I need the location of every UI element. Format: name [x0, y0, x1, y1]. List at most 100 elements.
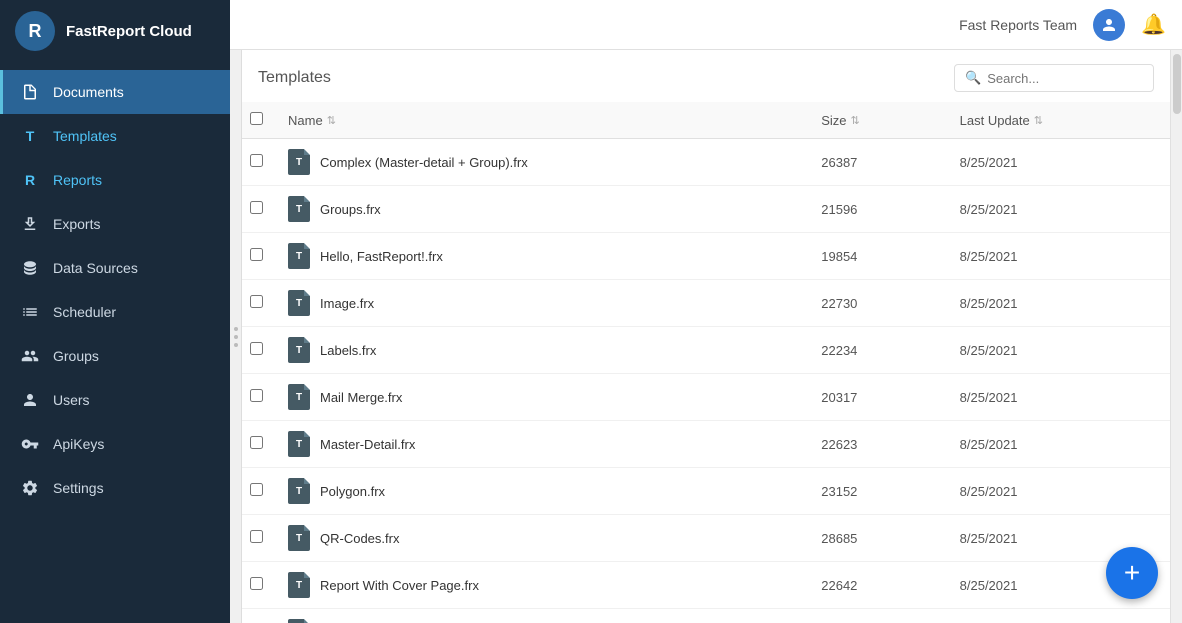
table-row[interactable]: T Groups.frx 21596 8/25/2021: [242, 186, 1170, 233]
app-logo: R: [14, 10, 56, 52]
file-name-6[interactable]: Master-Detail.frx: [320, 437, 415, 452]
file-icon-10: T: [288, 619, 310, 623]
table-row[interactable]: T Image.frx 22730 8/25/2021: [242, 280, 1170, 327]
row-checkbox-cell[interactable]: [242, 515, 272, 562]
sidebar-header: R FastReport Cloud: [0, 0, 230, 62]
documents-icon: [19, 81, 41, 103]
apikeys-icon: [19, 433, 41, 455]
sidebar-item-scheduler[interactable]: Scheduler: [0, 290, 230, 334]
row-checkbox-0[interactable]: [250, 154, 263, 167]
row-checkbox-cell[interactable]: [242, 609, 272, 623]
column-header-last-update[interactable]: Last Update ⇅: [944, 102, 1170, 139]
right-scrollbar[interactable]: [1170, 50, 1182, 623]
search-input[interactable]: [987, 71, 1143, 86]
table-header-bar: Templates 🔍: [242, 50, 1170, 102]
file-icon-6: T: [288, 431, 310, 457]
sidebar-item-label-settings: Settings: [53, 480, 104, 496]
sidebar-item-label-groups: Groups: [53, 348, 99, 364]
row-checkbox-6[interactable]: [250, 436, 263, 449]
file-icon-9: T: [288, 572, 310, 598]
file-name-3[interactable]: Image.frx: [320, 296, 374, 311]
row-name-cell: T Report With Cover Page.frx: [272, 562, 805, 609]
users-icon: [19, 389, 41, 411]
table-row[interactable]: T Complex (Master-detail + Group).frx 26…: [242, 139, 1170, 186]
row-name-cell: T QR-Codes.frx: [272, 515, 805, 562]
file-name-4[interactable]: Labels.frx: [320, 343, 376, 358]
column-header-size[interactable]: Size ⇅: [805, 102, 943, 139]
row-checkbox-cell[interactable]: [242, 374, 272, 421]
select-all-header[interactable]: [242, 102, 272, 139]
sidebar-item-label-apikeys: ApiKeys: [53, 436, 104, 452]
scrollbar-thumb[interactable]: [1173, 54, 1181, 114]
sidebar-item-groups[interactable]: Groups: [0, 334, 230, 378]
user-avatar[interactable]: [1093, 9, 1125, 41]
column-header-name[interactable]: Name ⇅: [272, 102, 805, 139]
table-row[interactable]: T Report With Cover Page.frx 22642 8/25/…: [242, 562, 1170, 609]
file-name-2[interactable]: Hello, FastReport!.frx: [320, 249, 443, 264]
row-checkbox-5[interactable]: [250, 389, 263, 402]
table-wrapper[interactable]: Name ⇅ Size ⇅: [242, 102, 1170, 623]
data-sources-icon: [19, 257, 41, 279]
resize-handle[interactable]: [230, 50, 242, 623]
search-box[interactable]: 🔍: [954, 64, 1154, 92]
row-checkbox-cell[interactable]: [242, 421, 272, 468]
row-checkbox-cell[interactable]: [242, 280, 272, 327]
resize-dot-3: [234, 343, 238, 347]
row-checkbox-1[interactable]: [250, 201, 263, 214]
file-name-1[interactable]: Groups.frx: [320, 202, 381, 217]
sidebar-item-reports[interactable]: R Reports: [0, 158, 230, 202]
settings-icon: [19, 477, 41, 499]
file-icon-8: T: [288, 525, 310, 551]
row-checkbox-2[interactable]: [250, 248, 263, 261]
topbar: Fast Reports Team 🔔: [230, 0, 1182, 50]
row-checkbox-4[interactable]: [250, 342, 263, 355]
sidebar-item-templates[interactable]: T Templates: [0, 114, 230, 158]
row-checkbox-cell[interactable]: [242, 468, 272, 515]
sidebar-item-exports[interactable]: Exports: [0, 202, 230, 246]
file-name-7[interactable]: Polygon.frx: [320, 484, 385, 499]
row-checkbox-cell[interactable]: [242, 562, 272, 609]
row-checkbox-cell[interactable]: [242, 139, 272, 186]
table-row[interactable]: T Labels.frx 22234 8/25/2021: [242, 327, 1170, 374]
sidebar-item-settings[interactable]: Settings: [0, 466, 230, 510]
table-header-row: Name ⇅ Size ⇅: [242, 102, 1170, 139]
row-size-cell-10: 22829: [805, 609, 943, 623]
row-checkbox-cell[interactable]: [242, 233, 272, 280]
row-checkbox-3[interactable]: [250, 295, 263, 308]
table-row[interactable]: T Master-Detail.frx 22623 8/25/2021: [242, 421, 1170, 468]
row-checkbox-7[interactable]: [250, 483, 263, 496]
file-name-8[interactable]: QR-Codes.frx: [320, 531, 399, 546]
row-size-cell-3: 22730: [805, 280, 943, 327]
groups-icon: [19, 345, 41, 367]
add-button[interactable]: +: [1106, 547, 1158, 599]
main-content: Fast Reports Team 🔔 Templates 🔍: [230, 0, 1182, 623]
sidebar-item-documents[interactable]: Documents: [0, 70, 230, 114]
table-row[interactable]: T Hello, FastReport!.frx 19854 8/25/2021: [242, 233, 1170, 280]
file-icon-7: T: [288, 478, 310, 504]
notification-bell-icon[interactable]: 🔔: [1141, 12, 1166, 37]
row-size-cell-4: 22234: [805, 327, 943, 374]
file-icon-1: T: [288, 196, 310, 222]
select-all-checkbox[interactable]: [250, 112, 263, 125]
table-row[interactable]: T Mail Merge.frx 20317 8/25/2021: [242, 374, 1170, 421]
scheduler-icon: [19, 301, 41, 323]
file-name-9[interactable]: Report With Cover Page.frx: [320, 578, 479, 593]
row-name-cell: T Groups.frx: [272, 186, 805, 233]
row-checkbox-8[interactable]: [250, 530, 263, 543]
team-name: Fast Reports Team: [959, 17, 1077, 33]
table-row[interactable]: T Simple List.frx 22829 8/25/2021: [242, 609, 1170, 623]
row-name-cell: T Complex (Master-detail + Group).frx: [272, 139, 805, 186]
row-checkbox-cell[interactable]: [242, 186, 272, 233]
row-checkbox-9[interactable]: [250, 577, 263, 590]
file-name-5[interactable]: Mail Merge.frx: [320, 390, 402, 405]
row-date-cell-1: 8/25/2021: [944, 186, 1170, 233]
sidebar-item-users[interactable]: Users: [0, 378, 230, 422]
sidebar-item-label-templates: Templates: [53, 128, 117, 144]
sidebar-item-apikeys[interactable]: ApiKeys: [0, 422, 230, 466]
sidebar-item-data-sources[interactable]: Data Sources: [0, 246, 230, 290]
row-name-cell: T Image.frx: [272, 280, 805, 327]
table-row[interactable]: T Polygon.frx 23152 8/25/2021: [242, 468, 1170, 515]
file-name-0[interactable]: Complex (Master-detail + Group).frx: [320, 155, 528, 170]
row-checkbox-cell[interactable]: [242, 327, 272, 374]
table-row[interactable]: T QR-Codes.frx 28685 8/25/2021: [242, 515, 1170, 562]
